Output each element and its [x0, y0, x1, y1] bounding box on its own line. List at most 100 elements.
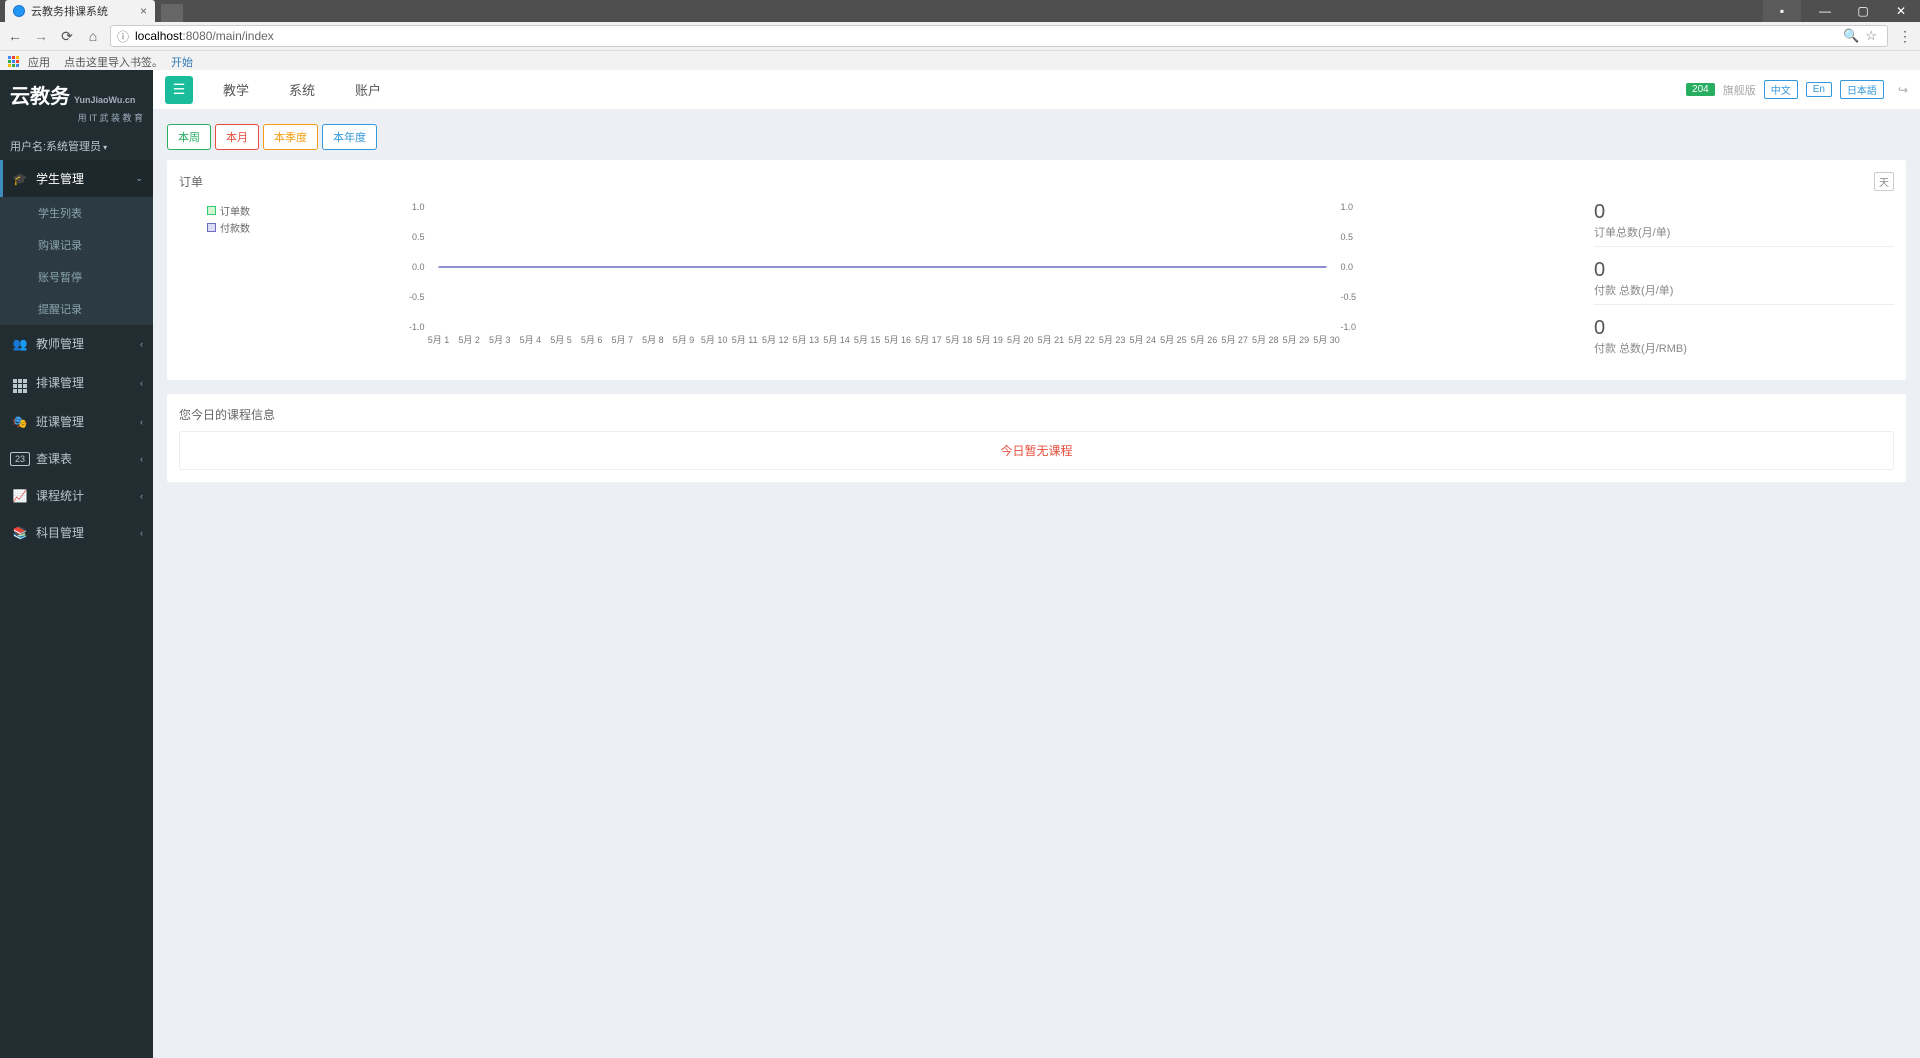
browser-tab[interactable]: 云教务排课系统 ×: [5, 0, 155, 22]
book-icon: 📚: [10, 526, 30, 540]
stat-label: 订单总数(月/单): [1594, 224, 1894, 240]
close-window-icon[interactable]: ✕: [1882, 0, 1920, 22]
sidebar-item-student[interactable]: 🎓 学生管理 ⌄: [0, 160, 153, 197]
svg-text:5月 8: 5月 8: [642, 335, 664, 345]
panel-title: 订单: [179, 173, 203, 190]
svg-text:0.5: 0.5: [1341, 232, 1354, 242]
svg-text:5月 18: 5月 18: [946, 335, 973, 345]
sidebar-item-timetable[interactable]: 23 查课表 ‹: [0, 440, 153, 477]
user-label: 用户名:系统管理员: [10, 141, 101, 153]
new-tab-button[interactable]: [161, 4, 183, 22]
logo-tagline: 用 IT 武 装 教 育: [10, 111, 143, 124]
svg-text:5月 25: 5月 25: [1160, 335, 1187, 345]
sidebar-item-label: 学生管理: [36, 170, 84, 187]
svg-text:5月 10: 5月 10: [701, 335, 728, 345]
top-menu-account[interactable]: 账户: [355, 80, 381, 99]
logo: 云教务 YunJiaoWu.cn 用 IT 武 装 教 育: [0, 70, 153, 132]
legend-label: 订单数: [220, 203, 250, 218]
range-week-button[interactable]: 本周: [167, 124, 211, 150]
svg-text:-0.5: -0.5: [1341, 292, 1357, 302]
lang-zh-button[interactable]: 中文: [1764, 80, 1798, 99]
svg-text:5月 19: 5月 19: [976, 335, 1003, 345]
range-tabs: 本周 本月 本季度 本年度: [167, 124, 1906, 150]
range-year-button[interactable]: 本年度: [322, 124, 377, 150]
url-port: :8080: [182, 29, 212, 43]
version-label: 旗舰版: [1723, 82, 1756, 98]
info-icon[interactable]: ⓘ: [117, 28, 129, 45]
stat-value: 0: [1594, 317, 1894, 340]
top-menu-system[interactable]: 系统: [289, 80, 315, 99]
minimize-icon[interactable]: —: [1806, 0, 1844, 22]
day-badge-button[interactable]: 天: [1874, 172, 1894, 191]
close-tab-icon[interactable]: ×: [140, 4, 147, 18]
user-dropdown[interactable]: 用户名:系统管理员▾: [0, 132, 153, 160]
apps-icon[interactable]: [8, 56, 20, 68]
orders-chart: 订单数 付款数 1.00.50.0-0.5-1.0 1.00.50.0-0.5-…: [179, 197, 1574, 357]
star-icon[interactable]: ☆: [1865, 28, 1877, 44]
menu-toggle-button[interactable]: ☰: [165, 76, 193, 104]
graduation-icon: 🎓: [10, 172, 30, 186]
tab-title: 云教务排课系统: [31, 3, 108, 19]
sidebar: 云教务 YunJiaoWu.cn 用 IT 武 装 教 育 用户名:系统管理员▾…: [0, 70, 153, 1058]
sidebar-sub-purchase[interactable]: 购课记录: [0, 229, 153, 261]
svg-text:5月 1: 5月 1: [428, 335, 450, 345]
top-menu-teaching[interactable]: 教学: [223, 80, 249, 99]
logo-text: 云教务: [10, 80, 70, 109]
stat-label: 付款 总数(月/单): [1594, 282, 1894, 298]
chevron-left-icon: ‹: [140, 339, 143, 349]
sidebar-item-class[interactable]: 🎭 班课管理 ‹: [0, 403, 153, 440]
address-bar: ← → ⟳ ⌂ ⓘ localhost:8080/main/index 🔍 ☆ …: [0, 22, 1920, 50]
chevron-left-icon: ‹: [140, 454, 143, 464]
chart-legend: 订单数 付款数: [207, 203, 250, 237]
lang-jp-button[interactable]: 日本語: [1840, 80, 1884, 99]
sidebar-sub-remind[interactable]: 提醒记录: [0, 293, 153, 325]
forward-icon: →: [32, 28, 50, 44]
sidebar-item-stats[interactable]: 📈 课程统计 ‹: [0, 477, 153, 514]
svg-text:5月 30: 5月 30: [1313, 335, 1340, 345]
svg-text:5月 29: 5月 29: [1283, 335, 1310, 345]
sidebar-item-teacher[interactable]: 👥 教师管理 ‹: [0, 325, 153, 362]
bookmark-start-link[interactable]: 开始: [171, 54, 193, 70]
notification-badge[interactable]: 204: [1686, 83, 1715, 96]
back-icon[interactable]: ←: [6, 28, 24, 44]
top-menu: 教学 系统 账户: [223, 80, 381, 99]
chevron-left-icon: ‹: [140, 528, 143, 538]
panel-title: 您今日的课程信息: [179, 406, 275, 423]
svg-text:5月 14: 5月 14: [823, 335, 850, 345]
sidebar-item-label: 课程统计: [36, 487, 84, 504]
favicon-icon: [13, 5, 25, 17]
orders-panel: 订单 天 订单数 付款数 1.00.50.0-0.5-1.0 1.00.50.0…: [167, 160, 1906, 380]
search-icon[interactable]: 🔍: [1843, 28, 1859, 44]
svg-text:5月 22: 5月 22: [1068, 335, 1095, 345]
stats-column: 0 订单总数(月/单) 0 付款 总数(月/单) 0 付款 总数(月/RMB): [1594, 197, 1894, 368]
menu-dots-icon[interactable]: ⋮: [1896, 28, 1914, 45]
lang-en-button[interactable]: En: [1806, 82, 1832, 97]
sidebar-item-label: 班课管理: [36, 413, 84, 430]
user-chrome-icon[interactable]: ▪: [1763, 0, 1801, 22]
app-root: 云教务 YunJiaoWu.cn 用 IT 武 装 教 育 用户名:系统管理员▾…: [0, 70, 1920, 1058]
sidebar-sub-suspend[interactable]: 账号暂停: [0, 261, 153, 293]
stat-orders-total: 0 订单总数(月/单): [1594, 201, 1894, 247]
course-panel: 您今日的课程信息 今日暂无课程: [167, 394, 1906, 482]
home-icon[interactable]: ⌂: [84, 28, 102, 44]
svg-text:0.0: 0.0: [412, 262, 425, 272]
url-input[interactable]: ⓘ localhost:8080/main/index 🔍 ☆: [110, 25, 1888, 47]
chevron-left-icon: ‹: [140, 491, 143, 501]
url-host: localhost: [135, 29, 182, 43]
apps-label[interactable]: 应用: [28, 54, 50, 70]
svg-text:1.0: 1.0: [1341, 202, 1354, 212]
chevron-left-icon: ‹: [140, 378, 143, 388]
maximize-icon[interactable]: ▢: [1844, 0, 1882, 22]
range-quarter-button[interactable]: 本季度: [263, 124, 318, 150]
stat-payment-rmb: 0 付款 总数(月/RMB): [1594, 317, 1894, 356]
chart-icon: 📈: [10, 489, 30, 503]
sidebar-item-subject[interactable]: 📚 科目管理 ‹: [0, 514, 153, 551]
sidebar-sub-student-list[interactable]: 学生列表: [0, 197, 153, 229]
range-month-button[interactable]: 本月: [215, 124, 259, 150]
sidebar-item-schedule[interactable]: 排课管理 ‹: [0, 362, 153, 403]
logout-icon[interactable]: ↪: [1898, 83, 1908, 97]
svg-text:5月 23: 5月 23: [1099, 335, 1126, 345]
sidebar-item-label: 排课管理: [36, 374, 84, 391]
reload-icon[interactable]: ⟳: [58, 28, 76, 45]
svg-text:5月 28: 5月 28: [1252, 335, 1279, 345]
